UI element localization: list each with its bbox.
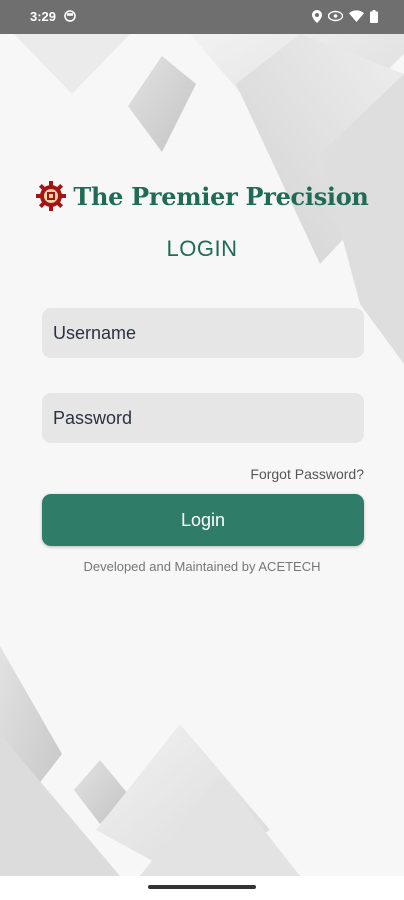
forgot-password-link[interactable]: Forgot Password? <box>250 466 364 482</box>
brand-header: The Premier Precision <box>0 176 404 216</box>
home-indicator[interactable] <box>148 885 256 889</box>
developer-credit: Developed and Maintained by ACETECH <box>83 559 321 574</box>
navigation-bar <box>0 876 404 900</box>
wifi-icon <box>349 10 364 22</box>
status-icons <box>312 9 378 23</box>
location-icon <box>312 9 322 23</box>
username-input[interactable] <box>42 308 364 358</box>
app-notification-icon <box>64 10 76 22</box>
password-input[interactable] <box>42 393 364 443</box>
background-pattern <box>0 34 404 876</box>
page-title: LOGIN <box>166 236 238 261</box>
status-bar: 3:29 <box>0 0 404 34</box>
login-button[interactable]: Login <box>42 494 364 546</box>
brand-name: The Premier Precision <box>73 181 369 211</box>
battery-icon <box>370 9 378 23</box>
gear-emblem-icon <box>36 181 67 211</box>
vpn-key-icon <box>328 10 343 22</box>
status-time: 3:29 <box>30 9 57 24</box>
